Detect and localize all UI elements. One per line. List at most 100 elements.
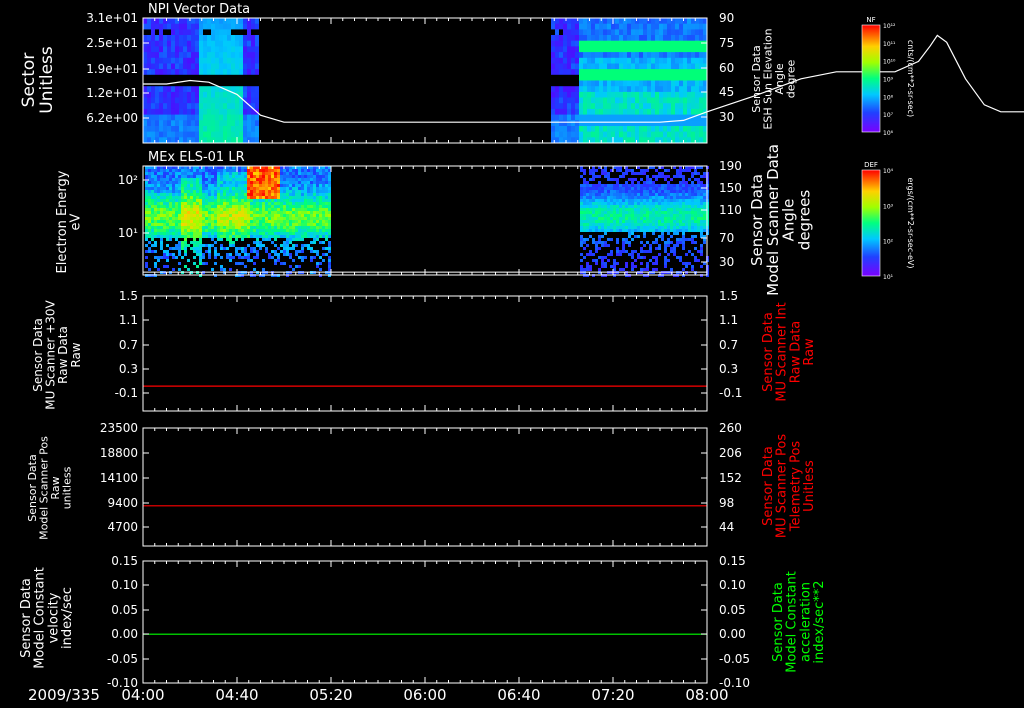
spectrogram-cell	[244, 187, 247, 190]
spectrogram-cell	[280, 250, 283, 253]
spectrogram-cell	[181, 187, 184, 190]
spectrogram-cell	[227, 40, 231, 47]
spectrogram-cell	[615, 126, 619, 133]
spectrogram-cell	[232, 214, 235, 217]
spectrogram-cell	[247, 91, 251, 98]
spectrogram-cell	[202, 172, 205, 175]
spectrogram-cell	[239, 114, 243, 121]
spectrogram-cell	[251, 80, 255, 87]
spectrogram-cell	[208, 211, 211, 214]
spectrogram-cell	[280, 184, 283, 187]
spectrogram-cell	[214, 181, 217, 184]
spectrogram-cell	[251, 114, 255, 121]
spectrogram-cell	[251, 126, 255, 133]
spectrogram-cell	[211, 108, 215, 115]
spectrogram-cell	[555, 18, 559, 25]
spectrogram-cell	[325, 181, 328, 184]
spectrogram-cell	[604, 193, 607, 196]
spectrogram-cell	[667, 137, 671, 144]
spectrogram-cell	[310, 172, 313, 175]
spectrogram-cell	[193, 232, 196, 235]
spectrogram-cell	[616, 214, 619, 217]
spectrogram-cell	[227, 69, 231, 76]
spectrogram-cell	[563, 120, 567, 127]
spectrogram-cell	[322, 196, 325, 199]
spectrogram-cell	[166, 244, 169, 247]
spectrogram-cell	[649, 187, 652, 190]
spectrogram-cell	[592, 220, 595, 223]
spectrogram-cell	[649, 244, 652, 247]
spectrogram-cell	[703, 220, 706, 223]
spectrogram-cell	[226, 178, 229, 181]
spectrogram-cell	[604, 226, 607, 229]
spectrogram-cell	[145, 172, 148, 175]
spectrogram-cell	[591, 126, 595, 133]
spectrogram-cell	[214, 262, 217, 265]
spectrogram-cell	[256, 175, 259, 178]
spectrogram-cell	[229, 190, 232, 193]
spectrogram-cell	[195, 23, 199, 30]
spectrogram-cell	[691, 226, 694, 229]
spectrogram-cell	[591, 46, 595, 53]
spectrogram-cell	[274, 235, 277, 238]
spectrogram-cell	[607, 114, 611, 121]
spectrogram-cell	[664, 193, 667, 196]
spectrogram-cell	[676, 241, 679, 244]
spectrogram-cell	[676, 187, 679, 190]
spectrogram-cell	[646, 190, 649, 193]
spectrogram-cell	[253, 175, 256, 178]
spectrogram-cell	[595, 205, 598, 208]
spectrogram-cell	[611, 46, 615, 53]
spectrogram-cell	[154, 199, 157, 202]
spectrogram-cell	[634, 217, 637, 220]
spectrogram-cell	[631, 57, 635, 64]
spectrogram-cell	[625, 190, 628, 193]
spectrogram-cell	[587, 108, 591, 115]
spectrogram-cell	[695, 103, 699, 110]
spectrogram-cell	[280, 205, 283, 208]
spectrogram-cell	[199, 126, 203, 133]
spectrogram-cell	[676, 214, 679, 217]
spectrogram-cell	[244, 208, 247, 211]
spectrogram-cell	[214, 220, 217, 223]
spectrogram-cell	[196, 181, 199, 184]
spectrogram-cell	[691, 205, 694, 208]
spectrogram-cell	[271, 172, 274, 175]
spectrogram-cell	[627, 40, 631, 47]
spectrogram-cell	[166, 181, 169, 184]
spectrogram-cell	[259, 190, 262, 193]
spectrogram-cell	[619, 169, 622, 172]
spectrogram-cell	[193, 223, 196, 226]
spectrogram-cell	[634, 199, 637, 202]
spectrogram-cell	[292, 175, 295, 178]
spectrogram-cell	[196, 211, 199, 214]
spectrogram-cell	[659, 23, 663, 30]
spectrogram-cell	[679, 259, 682, 262]
spectrogram-cell	[268, 169, 271, 172]
spectrogram-cell	[295, 175, 298, 178]
spectrogram-cell	[671, 63, 675, 70]
spectrogram-cell	[235, 29, 239, 36]
spectrogram-cell	[700, 223, 703, 226]
spectrogram-cell	[202, 181, 205, 184]
spectrogram-cell	[616, 190, 619, 193]
spectrogram-cell	[631, 256, 634, 259]
spectrogram-cell	[155, 69, 159, 76]
spectrogram-cell	[676, 172, 679, 175]
spectrogram-cell	[587, 97, 591, 104]
spectrogram-cell	[623, 108, 627, 115]
spectrogram-cell	[691, 253, 694, 256]
spectrogram-cell	[214, 175, 217, 178]
spectrogram-cell	[646, 184, 649, 187]
spectrogram-cell	[283, 208, 286, 211]
spectrogram-cell	[658, 223, 661, 226]
spectrogram-cell	[274, 199, 277, 202]
spectrogram-cell	[688, 208, 691, 211]
spectrogram-cell	[619, 63, 623, 70]
spectrogram-cell	[292, 238, 295, 241]
spectrogram-cell	[184, 238, 187, 241]
spectrogram-cell	[193, 226, 196, 229]
spectrogram-cell	[151, 181, 154, 184]
spectrogram-cell	[163, 108, 167, 115]
spectrogram-cell	[555, 114, 559, 121]
